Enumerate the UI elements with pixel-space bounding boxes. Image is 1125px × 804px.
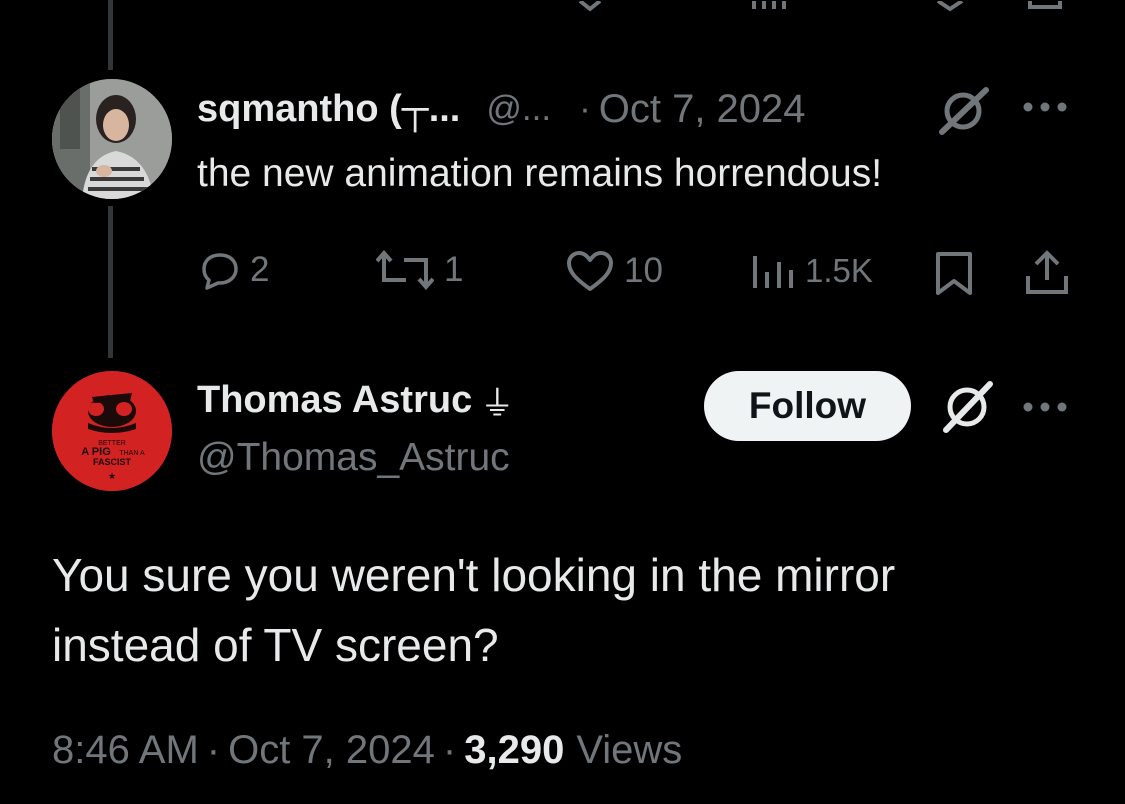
main-tweet-text: You sure you weren't looking in the mirr… [52, 540, 895, 680]
parent-date[interactable]: Oct 7, 2024 [599, 87, 806, 132]
header-separator: · [579, 89, 591, 128]
reply-count: 2 [250, 250, 270, 289]
views-label: Views [576, 728, 683, 772]
more-icon[interactable] [1022, 400, 1068, 414]
repost-count: 1 [444, 250, 464, 289]
tweet-text-line: instead of TV screen? [52, 619, 499, 671]
thread-line-middle [108, 206, 113, 358]
avatar-photo [52, 79, 172, 199]
main-avatar[interactable]: BETTER A PIG THAN A FASCIST ★ [52, 371, 172, 491]
parent-tweet-header: sqmantho (┬... @... · Oct 7, 2024 [197, 86, 806, 132]
tweet-date[interactable]: Oct 7, 2024 [228, 728, 435, 773]
grok-icon[interactable] [934, 86, 992, 136]
svg-text:FASCIST: FASCIST [93, 457, 132, 467]
parent-tweet-text: the new animation remains horrendous! [197, 152, 883, 195]
main-handle[interactable]: @Thomas_Astruc [197, 436, 510, 480]
like-button[interactable]: 10 [566, 250, 663, 292]
parent-avatar[interactable] [52, 79, 172, 199]
views-button[interactable]: 1.5K [751, 252, 873, 290]
ground-badge-icon: ⏚ [480, 383, 515, 424]
thread-line-top [108, 0, 113, 70]
grok-icon[interactable] [938, 378, 996, 436]
pig-logo-icon: BETTER A PIG THAN A FASCIST ★ [52, 371, 172, 491]
meta-separator: · [442, 728, 457, 772]
repost-button[interactable]: 1 [376, 250, 463, 290]
like-icon [566, 250, 614, 292]
tweet-text-line: You sure you weren't looking in the mirr… [52, 549, 896, 601]
svg-text:★: ★ [108, 472, 116, 482]
svg-text:THAN A: THAN A [119, 450, 145, 457]
main-tweet-header: Thomas Astruc ⏚ [197, 377, 515, 424]
main-display-name[interactable]: Thomas Astruc [197, 379, 472, 422]
like-count: 10 [624, 251, 663, 290]
bookmark-icon[interactable] [934, 251, 974, 297]
views-count: 1.5K [805, 252, 873, 289]
reply-button[interactable]: 2 [200, 250, 269, 290]
repost-icon [376, 250, 434, 290]
parent-display-name[interactable]: sqmantho (┬... [197, 88, 460, 131]
meta-separator: · [206, 728, 221, 772]
tweet-meta: 8:46 AM · Oct 7, 2024 · 3,290 Views [52, 728, 682, 773]
more-icon[interactable] [1022, 100, 1068, 114]
views-icon [751, 252, 795, 290]
views-count: 3,290 [464, 728, 565, 772]
share-icon[interactable] [1024, 250, 1070, 296]
tweet-time[interactable]: 8:46 AM [52, 728, 199, 773]
follow-button[interactable]: Follow [704, 371, 911, 441]
previous-tweet-actions [0, 0, 1125, 12]
reply-icon [200, 250, 240, 290]
parent-handle[interactable]: @... [486, 89, 551, 129]
